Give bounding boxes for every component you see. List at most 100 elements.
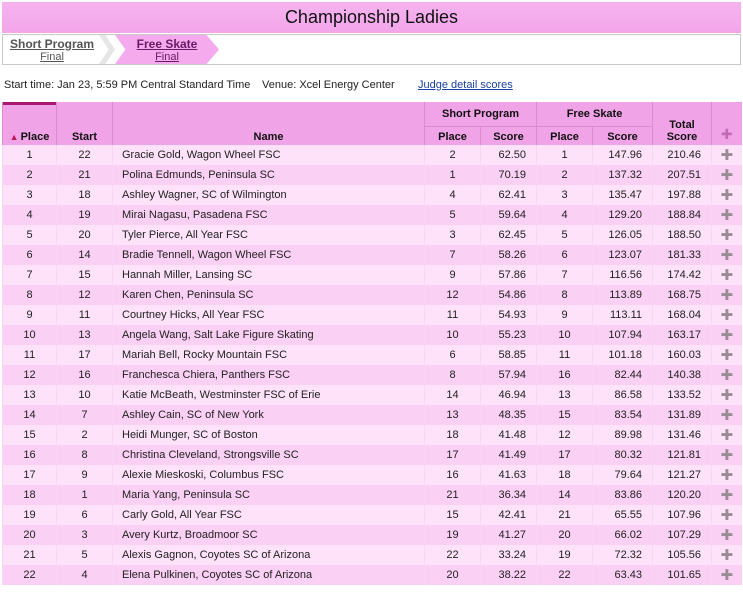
cell-name: Mirai Nagasu, Pasadena FSC: [112, 205, 425, 225]
tab-free-skate-label[interactable]: Free Skate: [115, 35, 219, 51]
tab-short-program[interactable]: Short Program Final: [9, 35, 95, 64]
plus-icon[interactable]: ✚: [711, 305, 742, 325]
plus-icon[interactable]: ✚: [711, 425, 742, 445]
plus-icon[interactable]: ✚: [711, 265, 742, 285]
tab-free-skate-final[interactable]: Final: [115, 51, 219, 63]
col-fs-score[interactable]: Score: [592, 126, 653, 145]
col-sp-score[interactable]: Score: [479, 126, 537, 145]
table-row: 22 4 Elena Pulkinen, Coyotes SC of Arizona…: [2, 565, 742, 585]
cell-sp-place: 17: [424, 445, 481, 465]
cell-name: Heidi Munger, SC of Boston: [112, 425, 425, 445]
cell-sp-score: 46.94: [479, 385, 537, 405]
results-body: 1 22 Gracie Gold, Wagon Wheel FSC 2 62.50 1 14…: [2, 145, 742, 585]
cell-total-score: 188.84: [652, 205, 712, 225]
cell-name: Avery Kurtz, Broadmoor SC: [112, 525, 425, 545]
cell-fs-place: 1: [536, 145, 593, 165]
cell-fs-score: 86.58: [592, 385, 653, 405]
table-row: 1 22 Gracie Gold, Wagon Wheel FSC 2 62.50 1 14…: [2, 145, 742, 165]
col-place[interactable]: ▲ Place: [2, 102, 57, 145]
cell-total-score: 131.46: [652, 425, 712, 445]
plus-icon[interactable]: ✚: [711, 205, 742, 225]
plus-icon[interactable]: ✚: [711, 465, 742, 485]
table-row: 20 3 Avery Kurtz, Broadmoor SC 19 41.27 20 66.…: [2, 525, 742, 545]
col-name[interactable]: Name: [112, 102, 425, 145]
plus-icon[interactable]: ✚: [711, 565, 742, 585]
cell-sp-score: 41.63: [479, 465, 537, 485]
cell-place: 19: [2, 505, 57, 525]
cell-sp-place: 11: [424, 305, 481, 325]
cell-sp-place: 3: [424, 225, 481, 245]
cell-total-score: 121.81: [652, 445, 712, 465]
tab-free-skate[interactable]: Free Skate Final: [115, 35, 219, 64]
cell-name: Polina Edmunds, Peninsula SC: [112, 165, 425, 185]
cell-start: 11: [56, 305, 113, 325]
cell-start: 19: [56, 205, 113, 225]
plus-icon[interactable]: ✚: [711, 545, 742, 565]
cell-total-score: 140.38: [652, 365, 712, 385]
cell-total-score: 188.50: [652, 225, 712, 245]
col-start[interactable]: Start: [56, 102, 113, 145]
plus-icon[interactable]: ✚: [711, 145, 742, 165]
cell-total-score: 210.46: [652, 145, 712, 165]
table-row: 6 14 Bradie Tennell, Wagon Wheel FSC 7 58.26…: [2, 245, 742, 265]
plus-icon[interactable]: ✚: [711, 245, 742, 265]
cell-total-score: 105.56: [652, 545, 712, 565]
plus-icon[interactable]: ✚: [711, 345, 742, 365]
cell-sp-place: 7: [424, 245, 481, 265]
plus-icon[interactable]: ✚: [711, 385, 742, 405]
plus-icon[interactable]: ✚: [711, 445, 742, 465]
plus-icon[interactable]: ✚: [711, 285, 742, 305]
cell-fs-place: 8: [536, 285, 593, 305]
cell-name: Bradie Tennell, Wagon Wheel FSC: [112, 245, 425, 265]
cell-fs-place: 21: [536, 505, 593, 525]
cell-place: 14: [2, 405, 57, 425]
cell-start: 17: [56, 345, 113, 365]
col-expand-all[interactable]: ✚: [711, 102, 742, 145]
cell-place: 22: [2, 565, 57, 585]
judge-detail-link[interactable]: Judge detail scores: [418, 79, 513, 91]
plus-icon[interactable]: ✚: [711, 185, 742, 205]
cell-fs-score: 113.11: [592, 305, 653, 325]
plus-icon[interactable]: ✚: [711, 325, 742, 345]
cell-fs-place: 2: [536, 165, 593, 185]
table-row: 9 11 Courtney Hicks, All Year FSC 11 54.93 9 1…: [2, 305, 742, 325]
col-sp-place[interactable]: Place: [424, 126, 481, 145]
page-title: Championship Ladies: [2, 2, 741, 33]
cell-total-score: 133.52: [652, 385, 712, 405]
sort-up-icon[interactable]: ▲: [10, 132, 19, 142]
cell-sp-score: 57.94: [479, 365, 537, 385]
cell-fs-place: 9: [536, 305, 593, 325]
venue: Venue: Xcel Energy Center: [262, 79, 395, 91]
col-group-free-skate: Free Skate: [536, 102, 653, 127]
col-fs-place[interactable]: Place: [536, 126, 593, 145]
plus-icon[interactable]: ✚: [711, 165, 742, 185]
cell-name: Alexis Gagnon, Coyotes SC of Arizona: [112, 545, 425, 565]
cell-total-score: 163.17: [652, 325, 712, 345]
cell-place: 21: [2, 545, 57, 565]
tab-short-program-final[interactable]: Final: [9, 51, 95, 63]
cell-fs-score: 72.32: [592, 545, 653, 565]
plus-icon[interactable]: ✚: [711, 225, 742, 245]
plus-icon[interactable]: ✚: [711, 405, 742, 425]
cell-fs-score: 137.32: [592, 165, 653, 185]
cell-name: Tyler Pierce, All Year FSC: [112, 225, 425, 245]
cell-total-score: 107.96: [652, 505, 712, 525]
plus-icon[interactable]: ✚: [711, 485, 742, 505]
cell-place: 13: [2, 385, 57, 405]
cell-fs-score: 83.54: [592, 405, 653, 425]
cell-place: 4: [2, 205, 57, 225]
plus-icon[interactable]: ✚: [711, 505, 742, 525]
cell-place: 12: [2, 365, 57, 385]
plus-icon[interactable]: ✚: [711, 525, 742, 545]
col-total-score[interactable]: Total Score: [652, 102, 712, 145]
cell-place: 20: [2, 525, 57, 545]
tab-short-program-label[interactable]: Short Program: [9, 35, 95, 51]
cell-sp-score: 54.93: [479, 305, 537, 325]
cell-start: 20: [56, 225, 113, 245]
plus-icon[interactable]: ✚: [711, 365, 742, 385]
cell-start: 10: [56, 385, 113, 405]
table-row: 8 12 Karen Chen, Peninsula SC 12 54.86 8 113.8…: [2, 285, 742, 305]
cell-sp-score: 62.45: [479, 225, 537, 245]
plus-icon[interactable]: ✚: [721, 126, 733, 142]
table-row: 3 18 Ashley Wagner, SC of Wilmington 4 62.41…: [2, 185, 742, 205]
